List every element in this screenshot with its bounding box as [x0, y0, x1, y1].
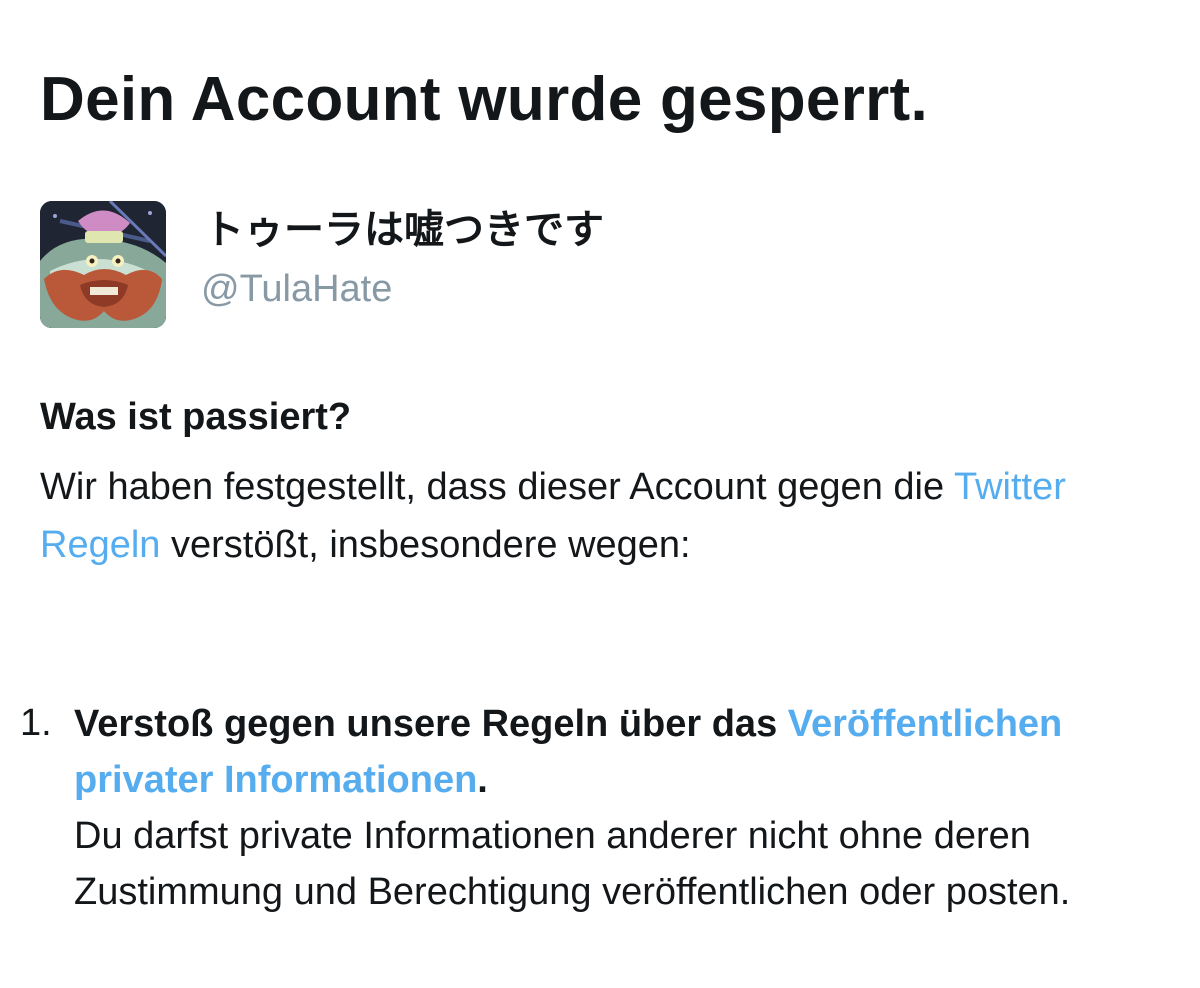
section-body-text-end: verstößt, insbesondere wegen:: [160, 524, 691, 566]
list-item: 1. Verstoß gegen unsere Regeln über das …: [20, 696, 1180, 920]
avatar[interactable]: [40, 201, 166, 328]
section-heading: Was ist passiert?: [40, 396, 352, 438]
violation-title-text: Verstoß gegen unsere Regeln über das: [74, 703, 788, 745]
violation-description: Du darfst private Informationen anderer …: [74, 815, 1071, 913]
display-name: トゥーラは嘘つきです: [204, 207, 604, 253]
account-handle: @TulaHate: [201, 268, 393, 310]
page-title: Dein Account wurde gesperrt.: [40, 65, 929, 134]
cartoon-bearded-face-avatar-icon: [40, 201, 166, 328]
section-body-text: Wir haben festgestellt, dass dieser Acco…: [40, 466, 954, 508]
section-body: Wir haben festgestellt, dass dieser Acco…: [40, 458, 1180, 574]
violation-title-period: .: [477, 759, 488, 801]
violation-number: 1.: [20, 702, 52, 744]
violations-list: 1. Verstoß gegen unsere Regeln über das …: [20, 696, 1180, 920]
violation-title: Verstoß gegen unsere Regeln über das Ver…: [74, 696, 1180, 808]
